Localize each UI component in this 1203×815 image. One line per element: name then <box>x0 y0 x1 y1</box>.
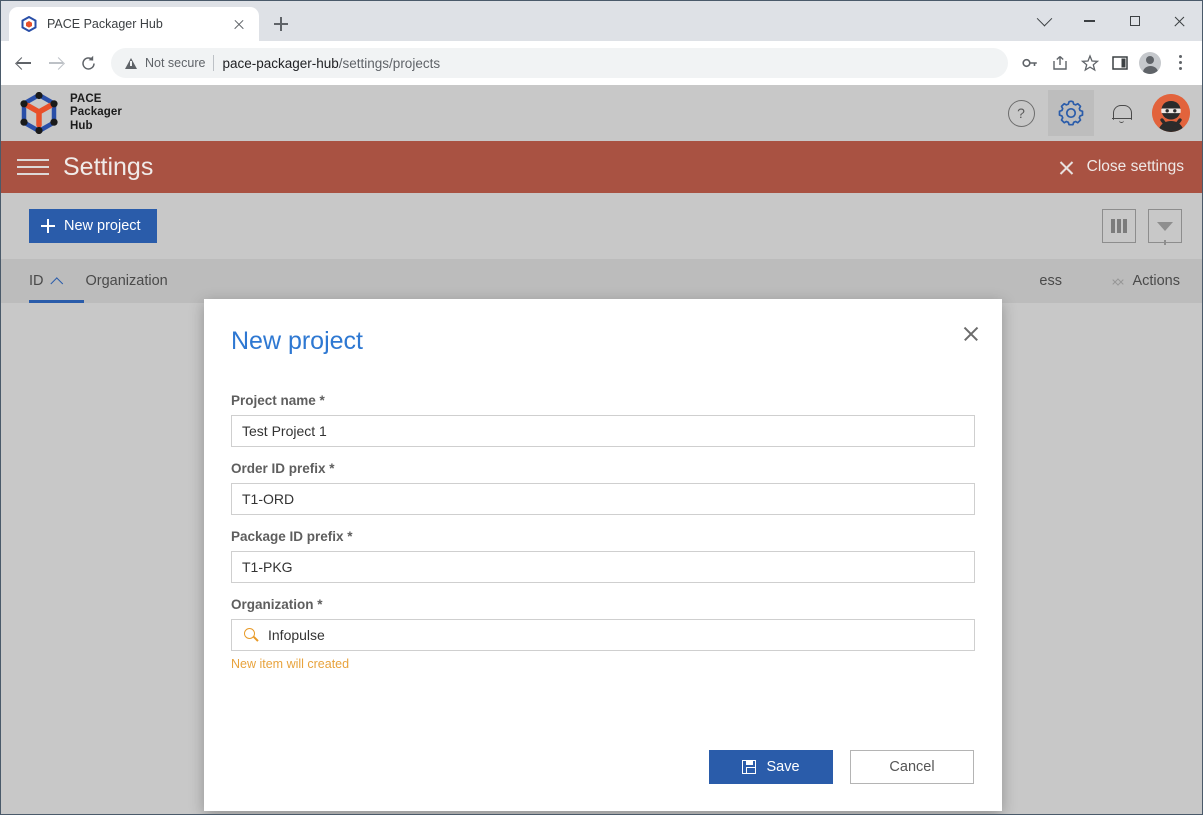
project-name-input[interactable] <box>231 415 975 447</box>
window-controls <box>1022 1 1202 41</box>
profile-avatar-icon[interactable] <box>1136 49 1164 77</box>
address-bar[interactable]: Not secure pace-packager-hub/settings/pr… <box>111 48 1008 78</box>
field-project-name-wrap <box>231 415 975 447</box>
back-arrow-icon[interactable] <box>9 48 39 78</box>
password-key-icon[interactable] <box>1016 49 1044 77</box>
notifications-bell-icon[interactable] <box>1098 90 1144 136</box>
omnibox-row: Not secure pace-packager-hub/settings/pr… <box>1 41 1202 85</box>
browser-window: PACE Packager Hub Not secure pace-packag… <box>0 0 1203 815</box>
brand-line-3: Hub <box>70 119 93 132</box>
save-button[interactable]: Save <box>709 750 833 784</box>
organization-hint: New item will created <box>231 657 350 671</box>
save-floppy-icon <box>742 760 757 774</box>
settings-page: New project ID Organization ess Actions … <box>1 193 1202 814</box>
chevron-down-icon[interactable] <box>1022 5 1067 37</box>
modal-title: New project <box>231 327 363 355</box>
not-secure-warning-icon <box>125 57 137 69</box>
url-path: /settings/projects <box>338 55 441 71</box>
url-host: pace-packager-hub <box>222 55 339 71</box>
side-panel-icon[interactable] <box>1106 49 1134 77</box>
close-window-icon[interactable] <box>1157 5 1202 37</box>
close-settings-button[interactable]: Close settings <box>1058 158 1188 176</box>
brand-text: PACE Packager Hub <box>70 93 122 134</box>
bookmark-star-icon[interactable] <box>1076 49 1104 77</box>
share-icon[interactable] <box>1046 49 1074 77</box>
close-settings-label: Close settings <box>1086 158 1184 175</box>
tab-strip: PACE Packager Hub <box>1 1 1202 41</box>
modal-actions: Save Cancel <box>709 750 974 784</box>
url-text: pace-packager-hub/settings/projects <box>222 56 440 71</box>
field-package-id-prefix-wrap <box>231 551 975 583</box>
security-status-label: Not secure <box>145 56 206 70</box>
minimize-icon[interactable] <box>1067 5 1112 37</box>
settings-bar: Settings Close settings <box>1 141 1202 193</box>
brand-line-1: PACE <box>70 92 102 105</box>
tab-title: PACE Packager Hub <box>47 17 163 31</box>
field-organization-label: Organization * <box>231 597 323 612</box>
chrome-menu-icon[interactable] <box>1166 49 1194 77</box>
app-header: PACE Packager Hub ? <box>1 85 1202 141</box>
browser-tab[interactable]: PACE Packager Hub <box>9 7 259 41</box>
hamburger-menu-icon[interactable] <box>17 156 49 178</box>
maximize-icon[interactable] <box>1112 5 1157 37</box>
header-icons: ? <box>998 90 1194 136</box>
field-project-name: Project name * <box>231 393 975 447</box>
brand: PACE Packager Hub <box>19 91 122 135</box>
organization-input[interactable] <box>231 619 975 651</box>
app-viewport: PACE Packager Hub ? Settings Close setti… <box>1 85 1202 814</box>
pace-cube-icon <box>21 15 37 33</box>
package-id-prefix-input[interactable] <box>231 551 975 583</box>
user-avatar-ninja[interactable] <box>1148 90 1194 136</box>
modal-close-icon[interactable] <box>962 325 980 343</box>
close-x-icon <box>1058 159 1075 176</box>
omnibox-actions <box>1016 49 1194 77</box>
field-order-id-prefix-wrap <box>231 483 975 515</box>
settings-gear-icon[interactable] <box>1048 90 1094 136</box>
pace-cube-logo <box>19 91 59 135</box>
search-icon <box>244 628 255 639</box>
forward-arrow-icon <box>41 48 71 78</box>
field-order-id-prefix-label: Order ID prefix * <box>231 461 335 476</box>
modal-body: Project name * Order ID prefix * <box>231 393 975 685</box>
order-id-prefix-input[interactable] <box>231 483 975 515</box>
help-glyph: ? <box>1007 99 1035 127</box>
modal-overlay: New project Project name * Order ID pref… <box>1 193 1202 814</box>
field-order-id-prefix: Order ID prefix * <box>231 461 975 515</box>
settings-left: Settings <box>17 153 153 182</box>
brand-line-2: Packager <box>70 106 122 119</box>
omnibox-divider <box>213 55 215 71</box>
page-title: Settings <box>63 152 154 181</box>
new-tab-icon[interactable] <box>267 10 295 38</box>
new-project-modal: New project Project name * Order ID pref… <box>204 299 1002 811</box>
field-package-id-prefix-label: Package ID prefix * <box>231 529 353 544</box>
field-organization-wrap <box>231 619 975 651</box>
close-tab-icon[interactable] <box>229 14 249 34</box>
save-label: Save <box>766 759 800 775</box>
field-package-id-prefix: Package ID prefix * <box>231 529 975 583</box>
reload-icon[interactable] <box>73 48 103 78</box>
help-icon[interactable]: ? <box>998 90 1044 136</box>
cancel-button[interactable]: Cancel <box>850 750 974 784</box>
field-project-name-label: Project name * <box>231 393 325 408</box>
field-organization: Organization * New item will created <box>231 597 975 671</box>
